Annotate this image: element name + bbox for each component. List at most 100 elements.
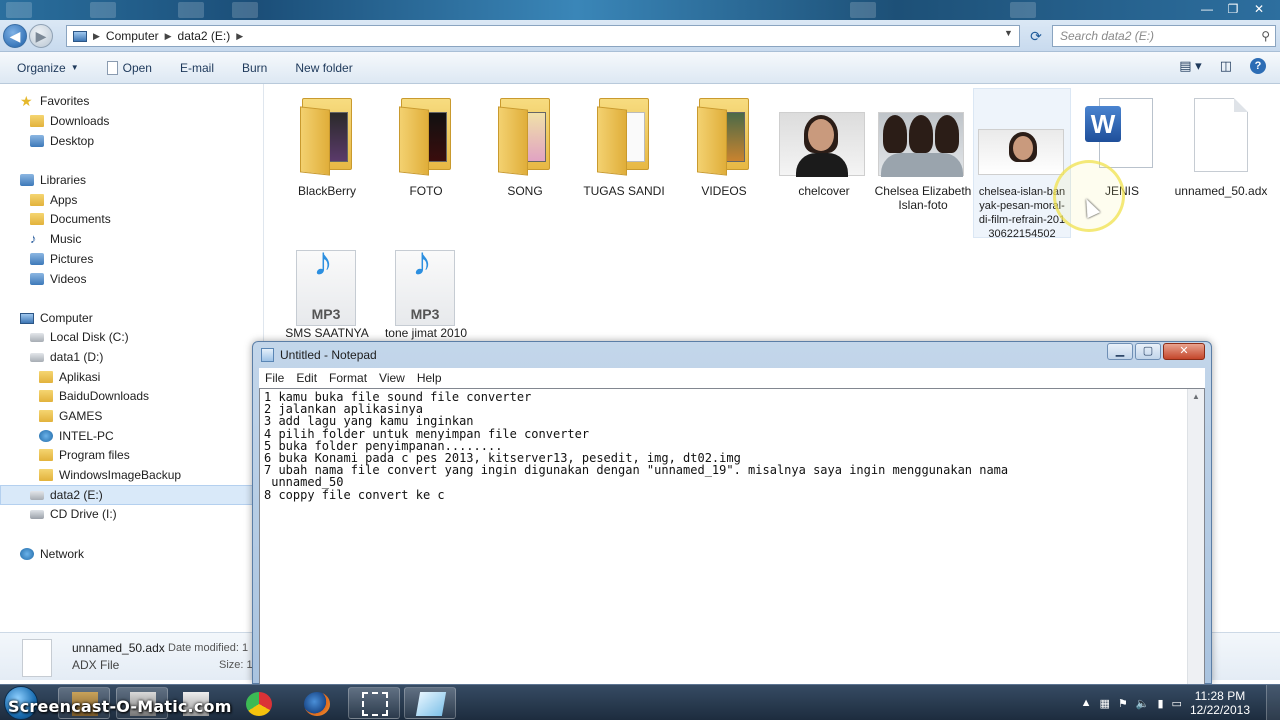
preview-pane-icon[interactable]: ◫ <box>1220 58 1232 74</box>
view-controls: ▤ ▾ ◫ ? <box>1179 58 1266 74</box>
nav-music[interactable]: ♪ Music <box>30 230 81 248</box>
new-folder-button[interactable]: New folder <box>281 61 366 75</box>
forward-button[interactable]: ▶ <box>29 24 53 48</box>
nav-baidu[interactable]: BaiduDownloads <box>39 387 149 405</box>
power-icon[interactable]: ▭ <box>1172 697 1182 710</box>
nav-favorites[interactable]: ★ Favorites <box>20 92 89 110</box>
notepad-icon <box>415 692 447 716</box>
file-item-image[interactable]: chelcover <box>775 88 873 198</box>
flag-icon[interactable]: ⚑ <box>1118 697 1128 710</box>
music-note-icon: ♪ <box>30 231 37 246</box>
menu-file[interactable]: File <box>259 371 290 385</box>
search-icon[interactable]: ⚲ <box>1261 26 1270 46</box>
menu-edit[interactable]: Edit <box>290 371 323 385</box>
nav-data1[interactable]: data1 (D:) <box>30 348 103 366</box>
minimize-button[interactable]: — <box>1194 0 1220 18</box>
details-filename: unnamed_50.adx <box>72 641 165 655</box>
notepad-content[interactable]: 1 kamu buka file sound file converter 2 … <box>264 391 1184 501</box>
notepad-window[interactable]: Untitled - Notepad ▁ ▢ ✕ File Edit Forma… <box>252 341 1212 685</box>
file-item-image-selected[interactable]: chelsea-islan-banyak-pesan-moral-di-film… <box>973 88 1071 240</box>
file-name: FOTO <box>409 184 443 198</box>
breadcrumb-data2[interactable]: data2 (E:) <box>178 29 231 43</box>
menu-help[interactable]: Help <box>411 371 448 385</box>
burn-button[interactable]: Burn <box>228 61 281 75</box>
nav-program-files[interactable]: Program files <box>39 446 130 464</box>
refresh-button[interactable]: ⟳ <box>1026 26 1046 46</box>
file-item-folder[interactable]: BlackBerry <box>278 88 376 198</box>
vertical-scrollbar[interactable]: ▲ <box>1187 389 1204 684</box>
file-item-mp3[interactable]: ♪ MP3 tone jimat 2010 <box>377 244 475 340</box>
breadcrumb-separator[interactable]: ▶ <box>236 31 243 42</box>
capture-icon <box>362 692 388 716</box>
menu-format[interactable]: Format <box>323 371 373 385</box>
clock[interactable]: 11:28 PM 12/22/2013 <box>1190 689 1250 717</box>
nav-pictures[interactable]: Pictures <box>30 250 93 268</box>
show-desktop-button[interactable] <box>1266 685 1280 720</box>
file-item-folder[interactable]: VIDEOS <box>675 88 773 198</box>
scroll-up-icon[interactable]: ▲ <box>1188 389 1204 405</box>
nav-games[interactable]: GAMES <box>39 407 102 425</box>
show-hidden-icons-icon[interactable]: ▲ <box>1081 697 1092 709</box>
nav-apps[interactable]: Apps <box>30 191 77 209</box>
search-input[interactable]: Search data2 (E:) ⚲ <box>1052 25 1276 47</box>
file-item-folder[interactable]: FOTO <box>377 88 475 198</box>
nav-local-disk[interactable]: Local Disk (C:) <box>30 328 129 346</box>
breadcrumb[interactable]: ▶ Computer ▶ data2 (E:) ▶ <box>66 25 1020 47</box>
minimize-button[interactable]: ▁ <box>1107 343 1133 360</box>
nav-network[interactable]: Network <box>20 545 84 563</box>
firefox-icon <box>304 692 330 716</box>
back-button[interactable]: ◀ <box>3 24 27 48</box>
open-button[interactable]: Open <box>93 60 166 75</box>
organize-button[interactable]: Organize ▼ <box>0 61 93 75</box>
maximize-button[interactable]: ▢ <box>1135 343 1161 360</box>
notepad-taskbar-button[interactable] <box>404 687 456 719</box>
nav-windows-image-backup[interactable]: WindowsImageBackup <box>39 466 181 484</box>
menu-view[interactable]: View <box>373 371 411 385</box>
nav-data2[interactable]: data2 (E:) <box>30 486 103 504</box>
volume-icon[interactable]: 🔈 <box>1136 697 1150 710</box>
nav-desktop[interactable]: Desktop <box>30 132 94 150</box>
folder-icon <box>39 371 53 383</box>
nav-label: GAMES <box>59 409 103 423</box>
nav-libraries[interactable]: Libraries <box>20 171 86 189</box>
change-view-icon[interactable]: ▤ ▾ <box>1179 58 1201 74</box>
file-item-mp3[interactable]: ♪ MP3 SMS SAATNYA <box>278 244 376 340</box>
file-item-image[interactable]: Chelsea Elizabeth Islan-foto <box>874 88 972 212</box>
breadcrumb-separator[interactable]: ▶ <box>165 31 172 42</box>
network-tray-icon[interactable]: ▦ <box>1099 697 1109 710</box>
signal-icon[interactable]: ▮ <box>1157 697 1163 710</box>
downloads-folder-icon <box>30 115 44 127</box>
breadcrumb-separator[interactable]: ▶ <box>93 31 100 42</box>
close-button[interactable]: ✕ <box>1163 343 1205 360</box>
nav-label: Desktop <box>50 134 95 148</box>
drive-icon <box>30 490 44 500</box>
email-button[interactable]: E-mail <box>166 61 228 75</box>
chrome-button[interactable] <box>232 687 284 719</box>
photo-thumbnail <box>874 88 972 184</box>
nav-cd-drive[interactable]: CD Drive (I:) <box>30 505 117 523</box>
file-item-folder[interactable]: TUGAS SANDI <box>575 88 673 198</box>
firefox-button[interactable] <box>290 687 342 719</box>
nav-videos[interactable]: Videos <box>30 270 86 288</box>
system-tray: ▲ ▦ ⚑ 🔈 ▮ ▭ 11:28 PM 12/22/2013 <box>1081 685 1280 720</box>
clock-date: 12/22/2013 <box>1189 703 1250 717</box>
file-item-adx[interactable]: unnamed_50.adx <box>1172 88 1270 198</box>
help-icon[interactable]: ? <box>1250 58 1266 74</box>
chevron-down-icon[interactable]: ▼ <box>1004 28 1013 38</box>
nav-downloads[interactable]: Downloads <box>30 112 109 130</box>
network-icon <box>20 548 34 560</box>
file-item-folder[interactable]: SONG <box>476 88 574 198</box>
mp3-label: MP3 <box>410 306 440 322</box>
nav-label: Libraries <box>40 173 87 187</box>
breadcrumb-computer[interactable]: Computer <box>106 29 159 43</box>
screen-capture-button[interactable] <box>348 687 400 719</box>
close-button[interactable]: ✕ <box>1246 0 1272 18</box>
nav-intel-pc[interactable]: INTEL-PC <box>39 427 114 445</box>
nav-aplikasi[interactable]: Aplikasi <box>39 368 100 386</box>
nav-documents[interactable]: Documents <box>30 210 111 228</box>
notepad-titlebar[interactable]: Untitled - Notepad <box>261 346 377 364</box>
notepad-text-area[interactable]: 1 kamu buka file sound file converter 2 … <box>259 388 1205 685</box>
nav-computer[interactable]: Computer <box>20 309 93 327</box>
maximize-button[interactable]: ❐ <box>1220 0 1246 18</box>
watermark-text: Screencast-O-Matic.com <box>8 697 232 716</box>
